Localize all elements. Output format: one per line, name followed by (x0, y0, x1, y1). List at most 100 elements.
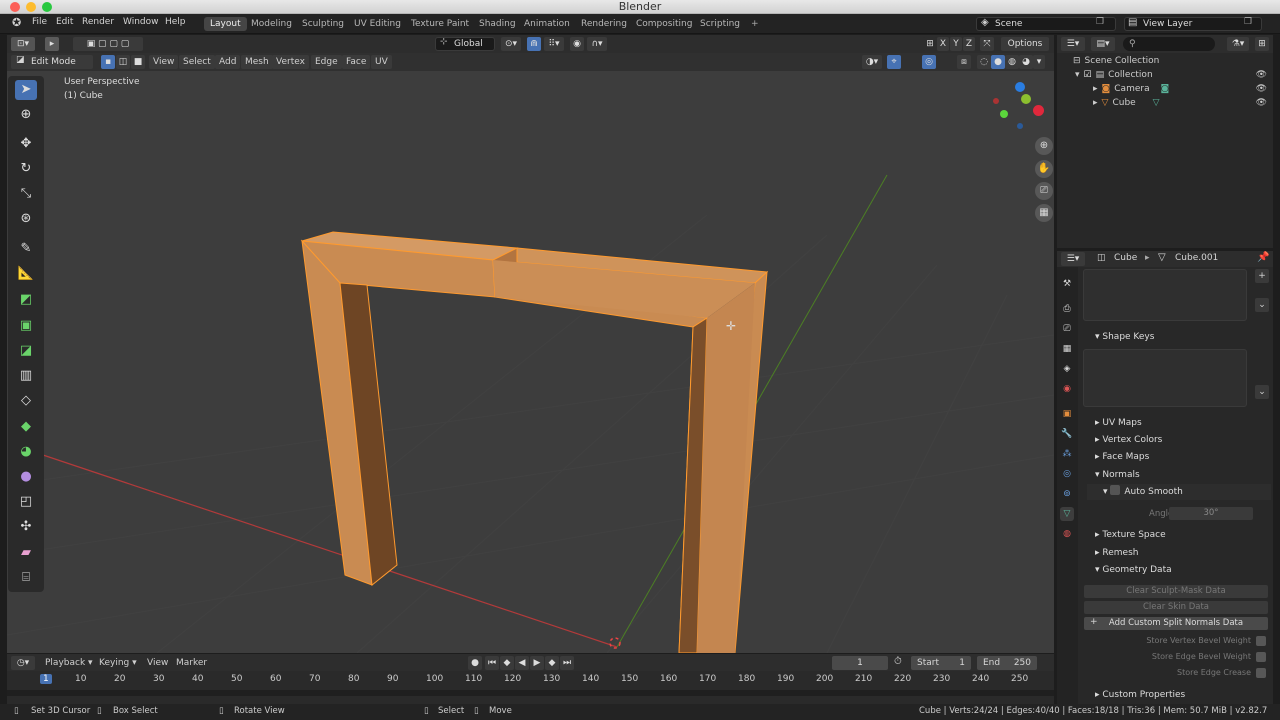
pin-icon[interactable]: 📌 (1257, 252, 1269, 263)
timeline-editor-type-icon[interactable]: ◷▾ (11, 656, 35, 670)
start-frame-field[interactable]: Start 1 (911, 656, 971, 670)
tab-sculpting[interactable]: Sculpting (296, 17, 350, 31)
menu-file[interactable]: File (32, 17, 47, 27)
gizmo-neg-z-axis[interactable] (1017, 123, 1023, 129)
menu-mesh[interactable]: Mesh (241, 55, 273, 69)
shading-options-icon[interactable]: ▾ (1033, 55, 1045, 69)
scene-tab-icon[interactable]: ◈ (1060, 362, 1074, 376)
transform-tool-icon[interactable]: ⊛ (15, 209, 37, 229)
visibility-icon[interactable]: ◑▾ (862, 55, 882, 69)
material-tab-icon[interactable]: ◍ (1060, 527, 1074, 541)
add-workspace-button[interactable]: + (745, 17, 765, 31)
render-tab-icon[interactable]: ⎙ (1060, 302, 1074, 316)
next-keyframe-icon[interactable]: ◆ (545, 656, 559, 670)
menu-window[interactable]: Window (123, 17, 159, 27)
stopwatch-icon[interactable]: ⏱ (894, 656, 902, 667)
outliner-camera[interactable]: ▸ ◙ Camera ◙ 👁 (1057, 82, 1273, 96)
jump-start-icon[interactable]: ⏮ (485, 656, 499, 670)
clear-sculpt-mask-button[interactable]: Clear Sculpt-Mask Data (1084, 585, 1268, 598)
world-tab-icon[interactable]: ◉ (1060, 382, 1074, 396)
section-remesh[interactable]: ▸ Remesh (1087, 545, 1271, 561)
menu-add[interactable]: Add (215, 55, 241, 69)
menu-view[interactable]: View (149, 55, 179, 69)
section-normals[interactable]: ▾ Normals (1087, 467, 1271, 483)
jump-end-icon[interactable]: ⏭ (560, 656, 574, 670)
mirror-icon[interactable]: ⊞ (923, 37, 937, 51)
eye-icon[interactable]: 👁 (1256, 68, 1267, 82)
proportional-edit-icon[interactable]: ◉ (570, 37, 584, 51)
current-frame-field[interactable]: 1 (832, 656, 888, 670)
tool-tab-icon[interactable]: ⚒ (1060, 277, 1074, 291)
spin-tool-icon[interactable]: ◕ (15, 442, 37, 462)
tab-uv-editing[interactable]: UV Editing (348, 17, 407, 31)
vertex-group-specials-icon[interactable]: ⌄ (1255, 298, 1269, 312)
shape-keys-list[interactable] (1083, 349, 1247, 407)
knife-tool-icon[interactable]: ◇ (15, 391, 37, 411)
outliner-cube[interactable]: ▸ ▽ Cube ▽ 👁 (1057, 96, 1273, 110)
editor-type-button[interactable]: ⊡▾ (11, 37, 35, 51)
tab-modeling[interactable]: Modeling (245, 17, 298, 31)
mirror-y-toggle[interactable]: Y (950, 37, 962, 51)
filter-icon[interactable]: ⚗▾ (1227, 37, 1249, 51)
prev-keyframe-icon[interactable]: ◆ (500, 656, 514, 670)
play-icon[interactable]: ▶ (530, 656, 544, 670)
menu-playback[interactable]: Playback ▾ (41, 656, 97, 670)
copy-view-layer-icon[interactable]: ❐ (1244, 17, 1252, 27)
view-layer-selector[interactable]: View Layer (1124, 17, 1262, 31)
annotate-tool-icon[interactable]: ✎ (15, 239, 37, 259)
menu-marker[interactable]: Marker (172, 656, 211, 670)
timeline-track[interactable] (7, 690, 1054, 696)
xray-toggle-icon[interactable]: ⧈ (957, 55, 971, 69)
play-reverse-icon[interactable]: ◀ (515, 656, 529, 670)
rotate-tool-icon[interactable]: ↻ (15, 159, 37, 179)
smooth-tool-icon[interactable]: ● (15, 467, 37, 487)
shear-tool-icon[interactable]: ▰ (15, 543, 37, 563)
section-texture-space[interactable]: ▸ Texture Space (1087, 527, 1271, 543)
falloff-icon[interactable]: ∩▾ (587, 37, 607, 51)
section-custom-properties[interactable]: ▸ Custom Properties (1087, 687, 1271, 703)
object-tab-icon[interactable]: ▣ (1060, 407, 1074, 421)
auto-smooth-checkbox[interactable] (1110, 485, 1121, 495)
particles-tab-icon[interactable]: ⁂ (1060, 447, 1074, 461)
scene-selector[interactable]: Scene (976, 17, 1116, 31)
edge-slide-tool-icon[interactable]: ◰ (15, 492, 37, 512)
output-tab-icon[interactable]: ⎚ (1060, 322, 1074, 336)
bevel-tool-icon[interactable]: ◪ (15, 341, 37, 361)
playhead-frame[interactable]: 1 (40, 674, 52, 684)
menu-keying[interactable]: Keying ▾ (95, 656, 141, 670)
gizmo-z-axis[interactable] (1015, 82, 1025, 92)
display-mode-icon[interactable]: ▤▾ (1091, 37, 1115, 51)
add-vertex-group-button[interactable]: + (1255, 269, 1269, 283)
mirror-z-toggle[interactable]: Z (963, 37, 975, 51)
properties-editor-type-icon[interactable]: ☰▾ (1061, 252, 1085, 266)
snap-toggle-icon[interactable]: ⋒ (527, 37, 541, 51)
record-icon[interactable]: ● (468, 656, 482, 670)
move-tool-icon[interactable]: ✥ (15, 134, 37, 154)
eye-icon[interactable]: 👁 (1256, 96, 1267, 110)
gizmo-x-axis[interactable] (1033, 105, 1044, 116)
outliner-search-input[interactable]: ⚲ (1123, 37, 1215, 51)
gizmo-y-axis[interactable] (1021, 94, 1031, 104)
tab-shading[interactable]: Shading (473, 17, 522, 31)
tab-texture-paint[interactable]: Texture Paint (405, 17, 475, 31)
measure-tool-icon[interactable]: 📐 (15, 264, 37, 284)
store-vertex-bevel-checkbox[interactable] (1256, 636, 1266, 646)
menu-uv[interactable]: UV (371, 55, 392, 69)
store-edge-crease-checkbox[interactable] (1256, 668, 1266, 678)
vertex-select-icon[interactable]: ▪ (101, 55, 115, 69)
camera-view-icon[interactable]: ⎚ (1035, 182, 1053, 200)
menu-edit[interactable]: Edit (56, 17, 73, 27)
timeline-ruler[interactable]: 1 10 20 30 40 50 60 70 80 90 100 110 120 130 140 150 160… (7, 672, 1054, 704)
menu-select[interactable]: Select (179, 55, 215, 69)
navigation-gizmo[interactable] (987, 80, 1047, 135)
options-dropdown[interactable]: Options (1001, 37, 1049, 51)
select-mode-buttons[interactable]: ▣ ▢ ▢ ▢ (73, 37, 143, 51)
section-geometry-data[interactable]: ▾ Geometry Data (1087, 562, 1271, 578)
inset-tool-icon[interactable]: ▣ (15, 316, 37, 336)
overlay-toggle-icon[interactable]: ◎ (922, 55, 936, 69)
material-shading-icon[interactable]: ◍ (1005, 55, 1019, 69)
constraints-tab-icon[interactable]: ⊚ (1060, 487, 1074, 501)
minimize-window-button[interactable] (26, 2, 36, 12)
cursor-tool-icon[interactable]: ⊕ (15, 105, 37, 125)
menu-face[interactable]: Face (342, 55, 371, 69)
